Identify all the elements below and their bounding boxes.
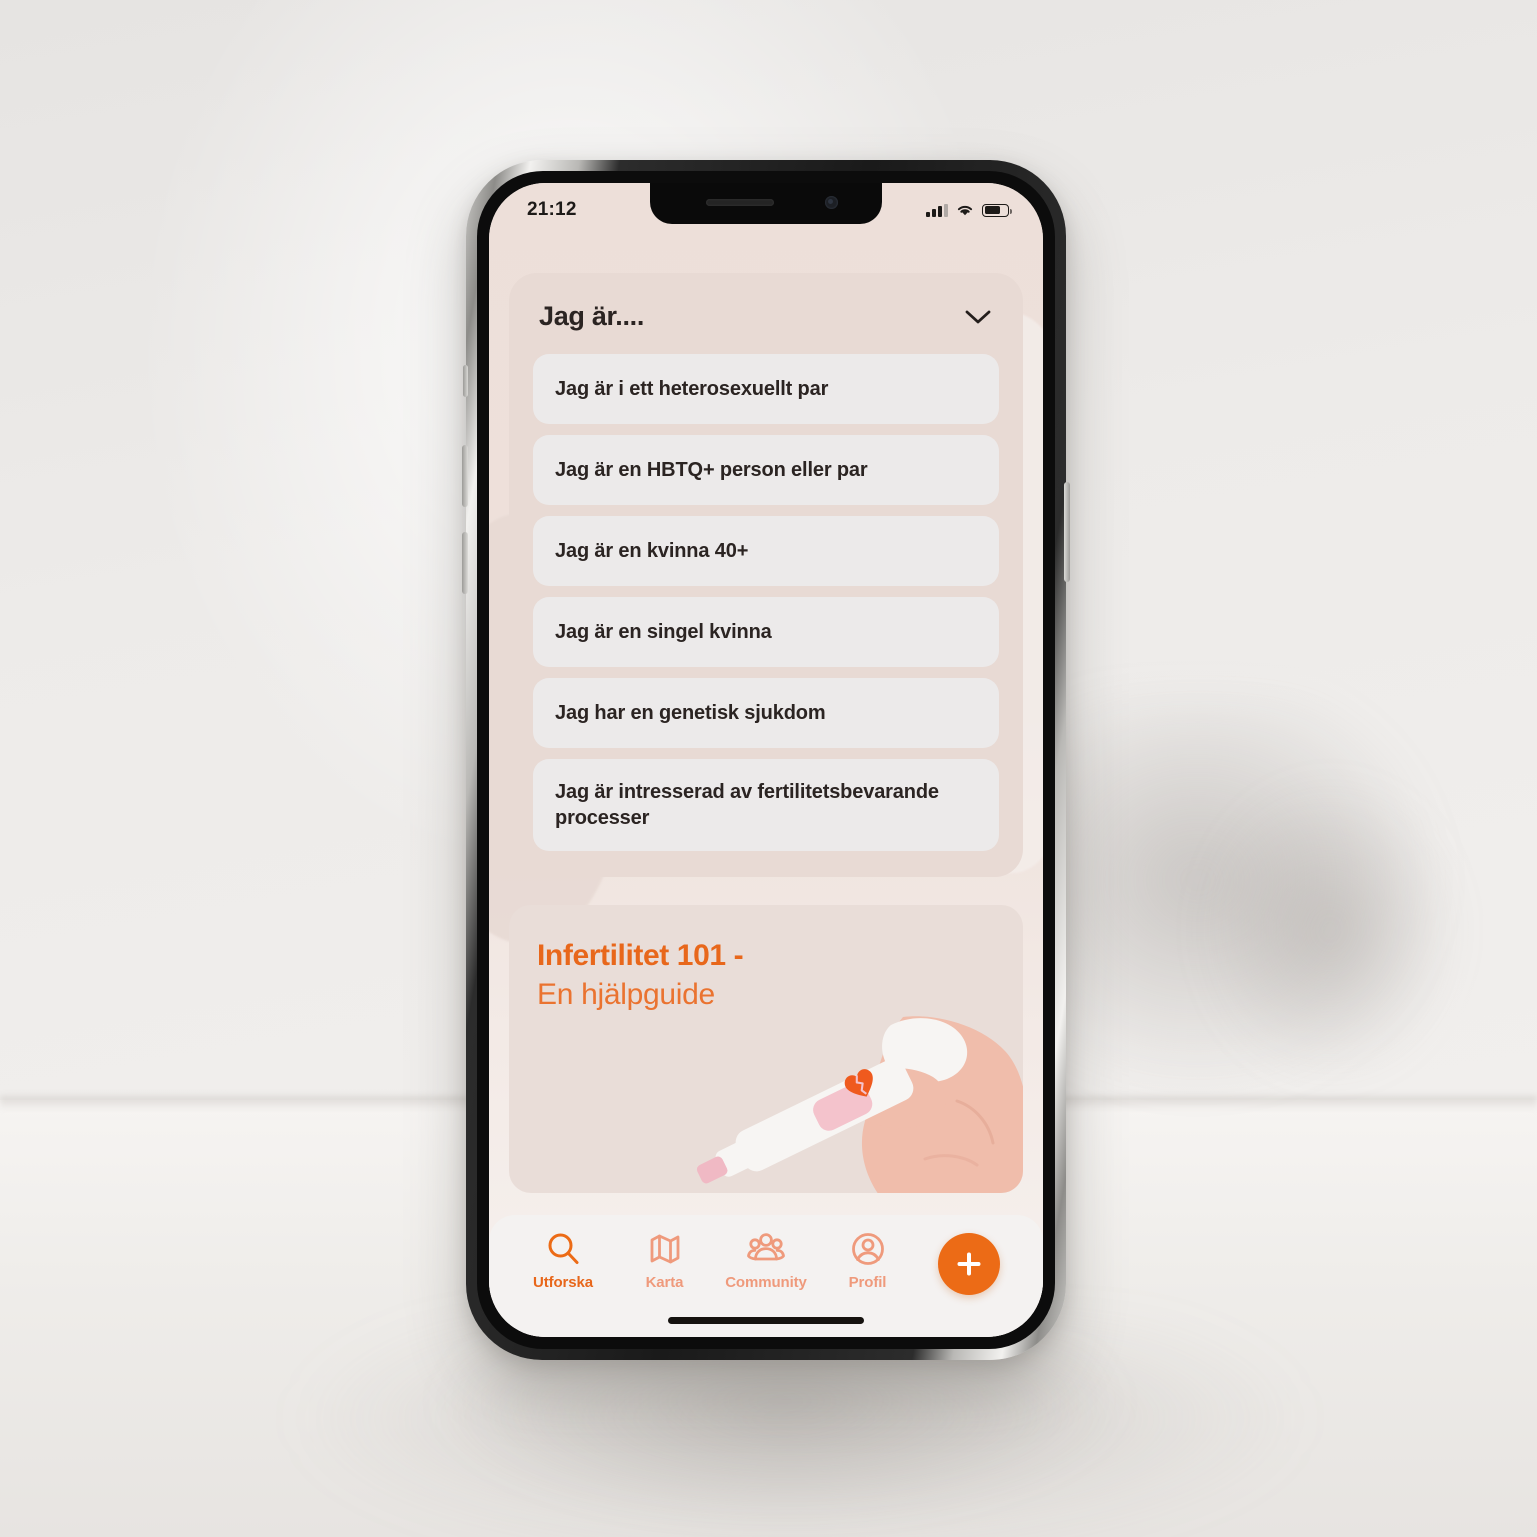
status-indicators — [926, 203, 1012, 217]
volume-down-button[interactable] — [462, 532, 468, 594]
tab-profil[interactable]: Profil — [820, 1229, 916, 1291]
backdrop-shadow-right-lobe — [1200, 780, 1460, 1080]
tab-community[interactable]: Community — [718, 1229, 814, 1291]
chevron-down-icon[interactable] — [963, 308, 993, 326]
tab-label: Karta — [645, 1274, 684, 1291]
option-label: Jag är i ett heterosexuellt par — [555, 378, 829, 400]
option-label: Jag är en kvinna 40+ — [555, 540, 749, 562]
tab-label: Community — [725, 1274, 807, 1291]
promo-card-infertility-101[interactable]: Infertilitet 101 - En hjälpguide — [509, 905, 1023, 1193]
phone-device: 21:12 Jag är.... Jag är i ett heterosexu… — [462, 160, 1070, 1360]
option-item-hbtq-person-or-couple[interactable]: Jag är en HBTQ+ person eller par — [533, 435, 999, 505]
battery-fill — [984, 206, 1001, 214]
tab-karta[interactable]: Karta — [617, 1229, 713, 1291]
cellular-signal-icon — [926, 203, 948, 217]
add-button[interactable] — [938, 1233, 1000, 1295]
option-item-heterosexual-couple[interactable]: Jag är i ett heterosexuellt par — [533, 354, 999, 424]
people-group-icon — [747, 1233, 785, 1261]
options-card-header[interactable]: Jag är.... — [533, 301, 999, 354]
option-item-genetic-disease[interactable]: Jag har en genetisk sjukdom — [533, 678, 999, 748]
tab-label: Profil — [848, 1274, 887, 1291]
home-indicator[interactable] — [668, 1317, 864, 1324]
screen-content: Jag är.... Jag är i ett heterosexuellt p… — [489, 227, 1043, 1337]
option-label: Jag är intresserad av fertilitetsbevaran… — [555, 781, 939, 829]
front-camera — [825, 196, 838, 209]
options-card: Jag är.... Jag är i ett heterosexuellt p… — [509, 273, 1023, 877]
wifi-icon — [957, 205, 973, 216]
option-label: Jag är en singel kvinna — [555, 621, 772, 643]
user-circle-icon — [851, 1233, 884, 1265]
device-notch — [650, 183, 882, 224]
options-list: Jag är i ett heterosexuellt par Jag är e… — [533, 354, 999, 851]
phone-screen: 21:12 Jag är.... Jag är i ett heterosexu… — [489, 183, 1043, 1337]
earpiece-speaker — [706, 199, 774, 206]
plus-icon — [957, 1252, 981, 1276]
option-item-single-woman[interactable]: Jag är en singel kvinna — [533, 597, 999, 667]
promo-card-subtitle: En hjälpguide — [537, 977, 715, 1011]
option-label: Jag är en HBTQ+ person eller par — [555, 459, 868, 481]
tab-utforska[interactable]: Utforska — [515, 1229, 611, 1291]
silent-switch-button[interactable] — [463, 365, 468, 397]
option-item-woman-40-plus[interactable]: Jag är en kvinna 40+ — [533, 516, 999, 586]
promo-card-title: Infertilitet 101 - — [537, 939, 744, 972]
search-icon — [548, 1233, 579, 1264]
fab-container — [921, 1229, 1017, 1295]
promo-card-text: Infertilitet 101 - En hjälpguide — [537, 939, 744, 1013]
option-label: Jag har en genetisk sjukdom — [555, 702, 826, 724]
options-card-title: Jag är.... — [539, 301, 645, 331]
option-item-fertility-preservation[interactable]: Jag är intresserad av fertilitetsbevaran… — [533, 759, 999, 851]
battery-icon — [982, 203, 1012, 217]
volume-up-button[interactable] — [462, 445, 468, 507]
tab-label: Utforska — [532, 1274, 594, 1291]
map-icon — [650, 1234, 679, 1264]
power-button[interactable] — [1064, 482, 1070, 582]
status-time: 21:12 — [527, 199, 577, 220]
backdrop-shadow-under-phone — [430, 1350, 1130, 1520]
